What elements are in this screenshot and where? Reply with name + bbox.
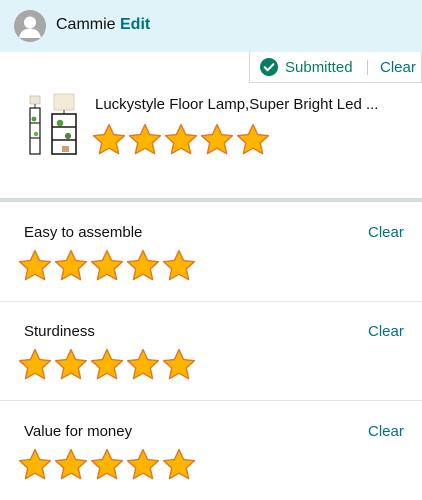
star-icon[interactable] bbox=[126, 348, 162, 383]
star-icon[interactable] bbox=[162, 448, 198, 483]
status-separator bbox=[367, 60, 368, 75]
clear-sturdiness-link[interactable]: Clear bbox=[368, 323, 404, 340]
section-divider bbox=[0, 198, 422, 202]
star-icon[interactable] bbox=[164, 123, 200, 158]
star-icon[interactable] bbox=[54, 249, 90, 284]
star-icon[interactable] bbox=[54, 448, 90, 483]
value-for-money-star-rating bbox=[18, 448, 198, 483]
attribute-label-easy-to-assemble: Easy to assemble bbox=[24, 224, 143, 241]
submission-status: Submitted Clear bbox=[249, 52, 422, 83]
product-star-rating bbox=[92, 123, 272, 158]
star-icon[interactable] bbox=[18, 249, 54, 284]
sturdiness-star-rating bbox=[18, 348, 198, 383]
star-icon[interactable] bbox=[126, 249, 162, 284]
star-icon[interactable] bbox=[90, 448, 126, 483]
star-icon[interactable] bbox=[90, 249, 126, 284]
attribute-label-value-for-money: Value for money bbox=[24, 423, 133, 440]
easy-to-assemble-star-rating bbox=[18, 249, 198, 284]
clear-review-link[interactable]: Clear bbox=[380, 59, 416, 76]
star-icon[interactable] bbox=[236, 123, 272, 158]
profile-header: Cammie Edit bbox=[0, 0, 422, 52]
star-icon[interactable] bbox=[18, 448, 54, 483]
star-icon[interactable] bbox=[90, 348, 126, 383]
user-name: Cammie bbox=[56, 16, 116, 33]
star-icon[interactable] bbox=[128, 123, 164, 158]
star-icon[interactable] bbox=[126, 448, 162, 483]
star-icon[interactable] bbox=[162, 249, 198, 284]
star-icon[interactable] bbox=[162, 348, 198, 383]
clear-easy-to-assemble-link[interactable]: Clear bbox=[368, 224, 404, 241]
avatar-icon bbox=[14, 10, 46, 42]
row-divider bbox=[0, 400, 422, 401]
star-icon[interactable] bbox=[18, 348, 54, 383]
check-circle-icon bbox=[260, 58, 278, 76]
clear-value-for-money-link[interactable]: Clear bbox=[368, 423, 404, 440]
submitted-label: Submitted bbox=[285, 59, 353, 76]
star-icon[interactable] bbox=[200, 123, 236, 158]
product-thumbnail bbox=[24, 92, 80, 158]
product-title: Luckystyle Floor Lamp,Super Bright Led .… bbox=[95, 96, 379, 113]
edit-profile-link[interactable]: Edit bbox=[120, 16, 150, 34]
row-divider bbox=[0, 301, 422, 302]
attribute-label-sturdiness: Sturdiness bbox=[24, 323, 95, 340]
star-icon[interactable] bbox=[92, 123, 128, 158]
star-icon[interactable] bbox=[54, 348, 90, 383]
